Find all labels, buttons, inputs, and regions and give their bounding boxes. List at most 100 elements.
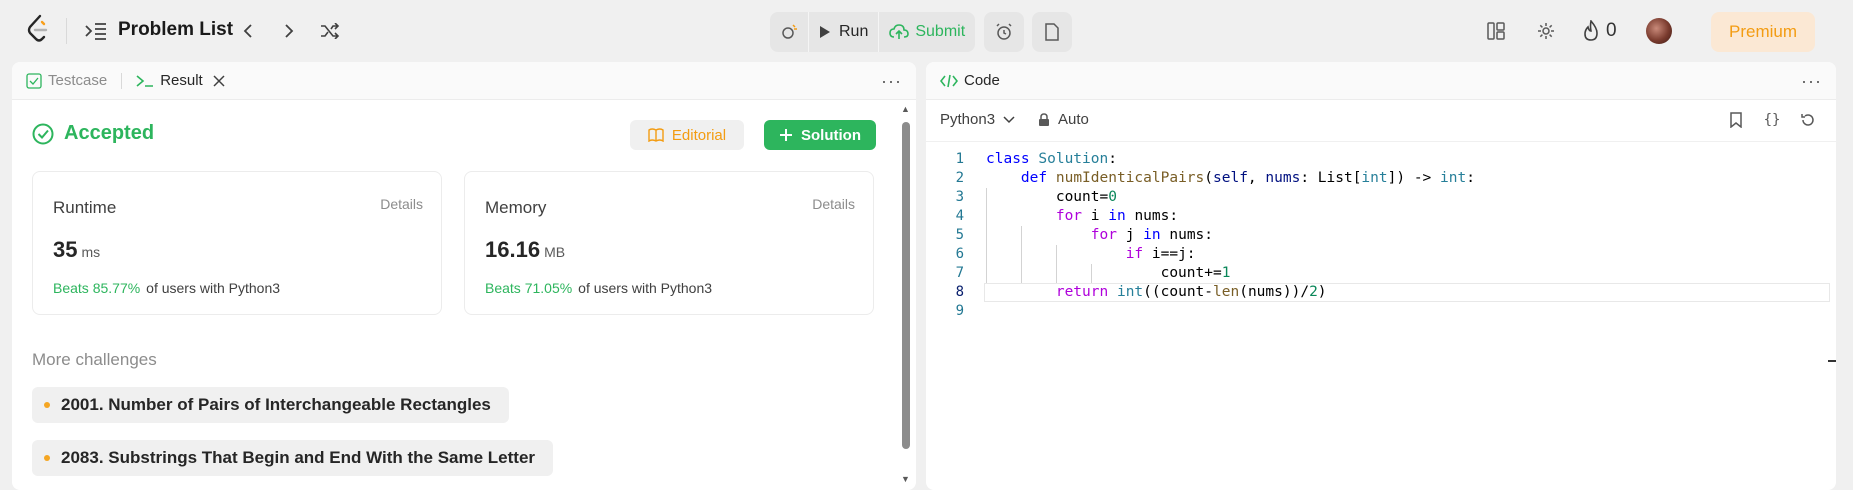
submit-button[interactable]: Submit	[879, 12, 975, 52]
code-text: count+=1	[986, 265, 1231, 281]
run-controls: Run Submit	[770, 12, 976, 52]
leetcode-logo-icon[interactable]	[26, 14, 50, 44]
runtime-value-row: 35 ms	[53, 237, 100, 263]
premium-button[interactable]: Premium	[1711, 12, 1815, 52]
avatar[interactable]	[1646, 18, 1672, 44]
line-number: 8	[955, 284, 964, 300]
code-editor[interactable]: 1 class Solution: 2 def numIdenticalPair…	[926, 150, 1836, 321]
run-button[interactable]: Run	[809, 12, 878, 52]
code-panel: Code ··· Python3 Auto {} 1 class Solutio…	[926, 62, 1836, 490]
layout-button[interactable]	[1483, 18, 1509, 44]
tab-testcase-label: Testcase	[48, 72, 108, 89]
runtime-details-link[interactable]: Details	[380, 196, 423, 212]
line-number: 7	[955, 265, 964, 281]
code-line[interactable]: 6 if i==j:	[926, 245, 1836, 264]
more-options-icon[interactable]: ···	[1801, 71, 1822, 92]
auto-label: Auto	[1058, 111, 1089, 128]
memory-beats: Beats 71.05%	[485, 280, 573, 296]
code-text: for j in nums:	[1090, 227, 1214, 243]
editor-toolbar: Python3 Auto {}	[926, 100, 1836, 142]
bookmark-button[interactable]	[1724, 108, 1748, 132]
layout-icon	[1487, 22, 1505, 40]
result-scrollbar[interactable]: ▲ ▼	[900, 102, 912, 490]
challenge-item[interactable]: 2001. Number of Pairs of Interchangeable…	[32, 387, 509, 423]
fire-icon	[1584, 20, 1598, 41]
code-text: return int((count-len(nums))/2)	[1055, 284, 1327, 300]
line-number: 3	[955, 189, 964, 205]
challenge-title: 2083. Substrings That Begin and End With…	[61, 448, 536, 467]
line-number: 6	[955, 246, 964, 262]
code-line[interactable]: 3 count=0	[926, 188, 1836, 207]
notes-button[interactable]	[1032, 12, 1072, 52]
scroll-down-arrow-icon[interactable]: ▼	[901, 474, 910, 484]
code-line[interactable]: 9	[926, 302, 1836, 321]
runtime-card[interactable]: Runtime Details 35 ms Beats 85.77% of user…	[32, 171, 442, 315]
code-text: for i in nums:	[1055, 208, 1179, 224]
bookmark-icon	[1730, 112, 1742, 128]
problem-list-title[interactable]: Problem List	[118, 19, 233, 41]
challenge-title: 2001. Number of Pairs of Interchangeable…	[61, 395, 491, 414]
header-divider	[66, 18, 67, 44]
note-icon	[1045, 23, 1059, 41]
format-code-button[interactable]: {}	[1760, 108, 1784, 132]
overview-ruler-cursor	[1828, 360, 1836, 362]
code-line-current[interactable]: 8 return int((count-len(nums))/2)	[926, 283, 1836, 302]
result-tabs: Testcase Result ···	[12, 62, 916, 100]
auto-mode[interactable]: Auto	[1038, 111, 1089, 128]
code-line[interactable]: 1 class Solution:	[926, 150, 1836, 169]
line-number: 1	[955, 151, 964, 167]
next-problem-button[interactable]	[276, 18, 302, 44]
debug-button[interactable]	[770, 12, 808, 52]
line-number: 9	[955, 303, 964, 319]
bug-icon	[782, 24, 797, 39]
bullet-dot-icon	[44, 455, 50, 461]
shuffle-icon	[321, 23, 340, 39]
timer-button[interactable]	[984, 12, 1024, 52]
scroll-up-arrow-icon[interactable]: ▲	[901, 104, 910, 114]
line-number: 5	[955, 227, 964, 243]
chevron-left-icon	[243, 24, 252, 38]
submit-label: Submit	[915, 23, 966, 40]
memory-unit: MB	[544, 244, 566, 260]
prev-problem-button[interactable]	[235, 18, 261, 44]
plus-icon	[780, 129, 792, 141]
problem-list-icon[interactable]	[84, 20, 108, 42]
bullet-dot-icon	[44, 402, 50, 408]
tab-code-label: Code	[964, 72, 1000, 89]
streak-count: 0	[1606, 20, 1617, 41]
code-text: def numIdenticalPairs(self, nums: List[i…	[1020, 170, 1475, 186]
streak-counter[interactable]: 0	[1582, 20, 1617, 42]
tab-code[interactable]: Code	[932, 62, 1008, 100]
more-options-icon[interactable]: ···	[881, 71, 902, 92]
solution-label: Solution	[801, 126, 861, 144]
code-text: if i==j:	[1125, 246, 1196, 262]
result-panel: Testcase Result ··· Accepted Editorial S…	[12, 62, 916, 490]
code-line[interactable]: 4 for i in nums:	[926, 207, 1836, 226]
language-select[interactable]: Python3	[940, 111, 1015, 128]
line-number: 4	[955, 208, 964, 224]
tab-testcase[interactable]: Testcase	[18, 62, 115, 100]
code-line[interactable]: 2 def numIdenticalPairs(self, nums: List…	[926, 169, 1836, 188]
runtime-beats: Beats 85.77%	[53, 280, 141, 296]
code-text: count=0	[986, 189, 1117, 205]
challenge-item[interactable]: 2083. Substrings That Begin and End With…	[32, 440, 554, 476]
tab-result[interactable]: Result	[128, 62, 233, 100]
close-icon[interactable]	[213, 74, 225, 87]
memory-details-link[interactable]: Details	[812, 196, 855, 212]
code-line[interactable]: 7 count+=1	[926, 264, 1836, 283]
reset-code-button[interactable]	[1796, 108, 1820, 132]
code-line[interactable]: 5 for j in nums:	[926, 226, 1836, 245]
gear-icon	[1538, 23, 1554, 39]
editorial-label: Editorial	[671, 126, 727, 144]
alarm-clock-icon	[996, 23, 1012, 40]
memory-card[interactable]: Memory Details 16.16 MB Beats 71.05% of us…	[464, 171, 874, 315]
language-label: Python3	[940, 111, 996, 128]
editorial-button[interactable]: Editorial	[630, 120, 744, 150]
settings-button[interactable]	[1533, 18, 1559, 44]
scrollbar-thumb[interactable]	[902, 122, 910, 449]
solution-button[interactable]: Solution	[764, 120, 876, 150]
runtime-beats-suffix: of users with Python3	[146, 280, 281, 296]
random-problem-button[interactable]	[317, 18, 343, 44]
code-text: class Solution:	[986, 151, 1117, 167]
status-accepted: Accepted	[32, 122, 154, 145]
